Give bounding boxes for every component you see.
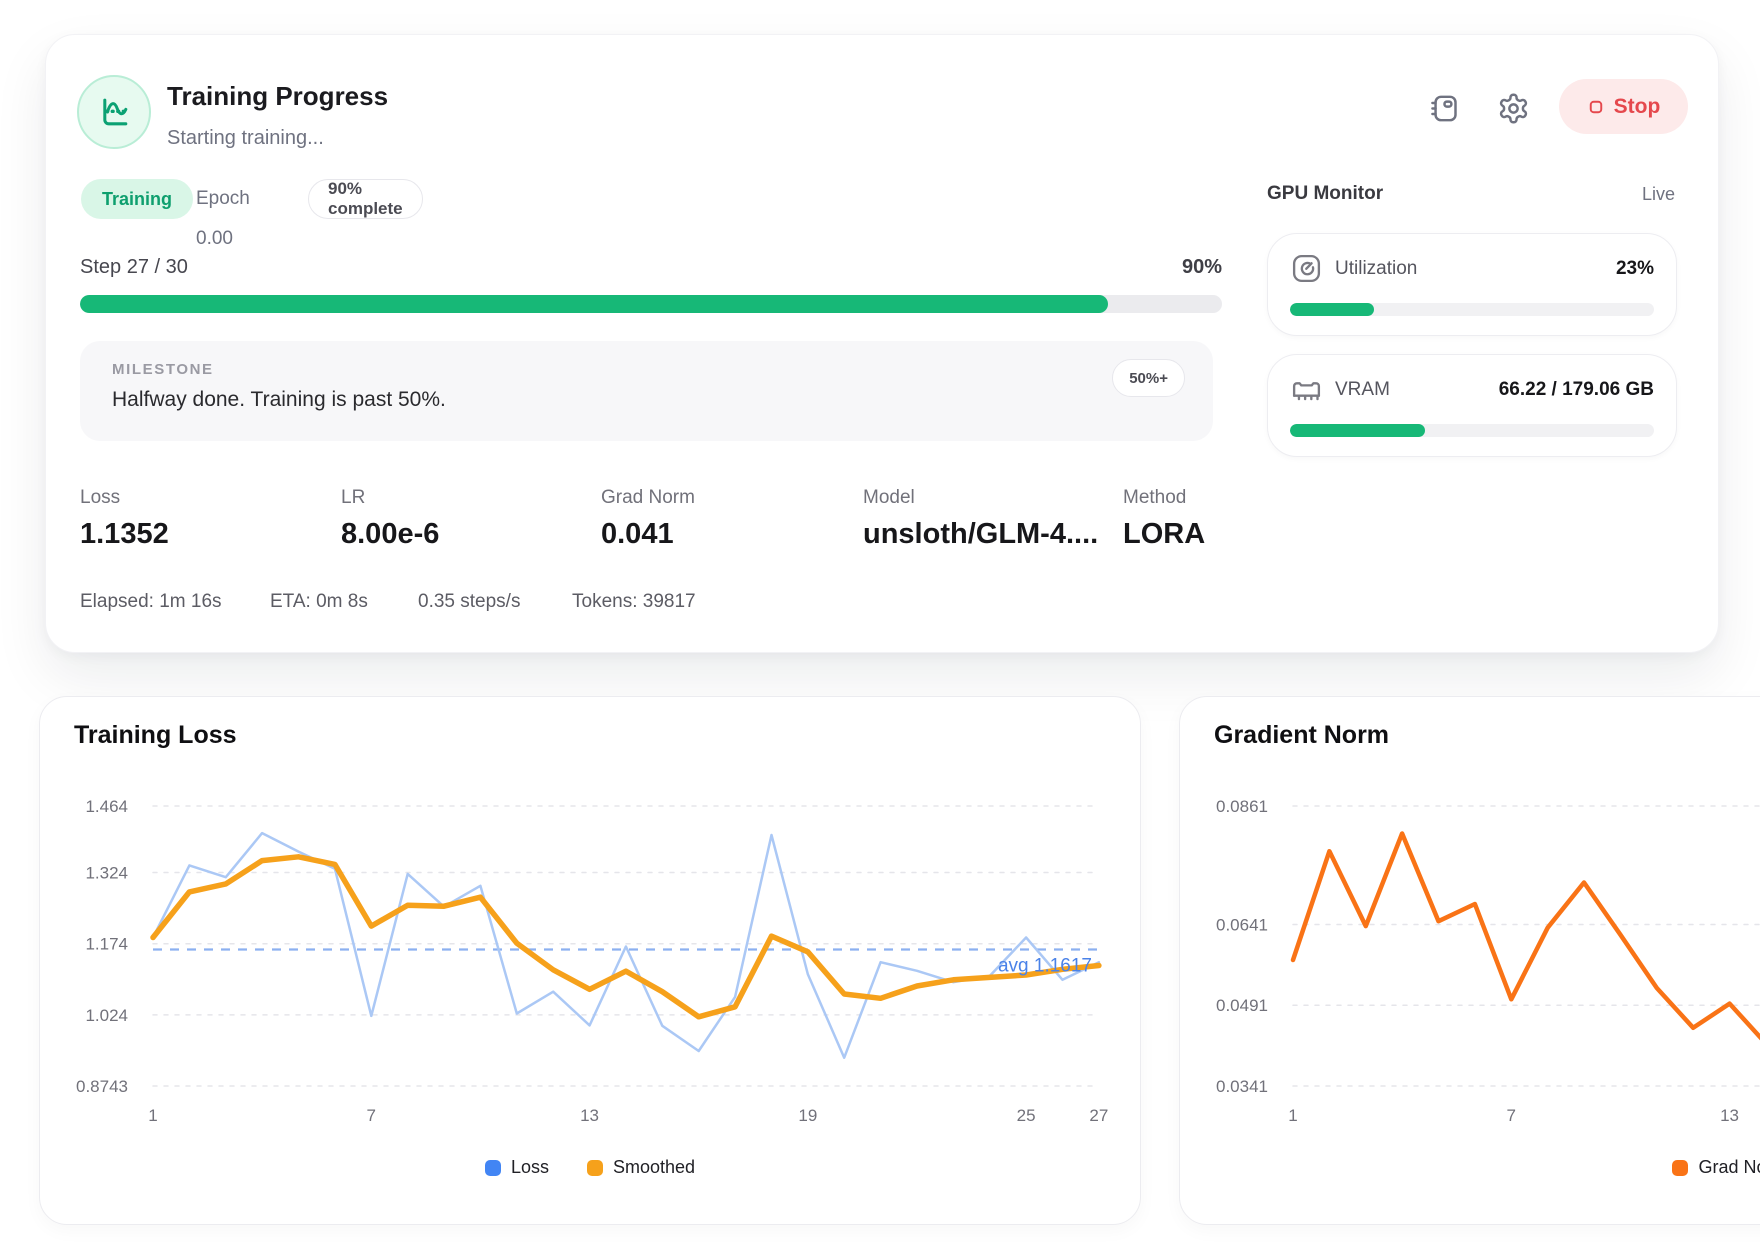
loss-curve-icon	[77, 75, 151, 149]
vram-label: VRAM	[1335, 379, 1390, 401]
stat-label: Grad Norm	[601, 487, 695, 509]
gradient-norm-card: 0.0861 0.0641 0.0491 0.0341 1 7 13 Gradient No…	[1179, 696, 1760, 1225]
training-dashboard: { "header": { "title": "Training Progres…	[0, 0, 1760, 1256]
stat-label: Model	[863, 487, 1098, 509]
y-tick-label: 0.8743	[76, 1077, 128, 1096]
status-subtitle: Starting training...	[167, 127, 324, 150]
stat-label: Loss	[80, 487, 169, 509]
grad-norm-line	[1293, 834, 1760, 1044]
legend-item-smoothed: Smoothed	[587, 1157, 695, 1178]
x-tick-label: 1	[1288, 1106, 1297, 1125]
milestone-text: Halfway done. Training is past 50%.	[112, 388, 446, 412]
training-loss-legend: Loss Smoothed	[40, 1157, 1140, 1178]
legend-swatch-icon	[485, 1160, 501, 1176]
stat-loss: Loss 1.1352	[80, 487, 169, 551]
training-loss-chart: 1.464 1.324 1.174 1.024 0.8743 1 7 13 19 25 27 avg …	[40, 697, 1140, 1224]
y-tick-label: 0.0341	[1216, 1077, 1268, 1096]
smoothed-line	[153, 857, 1099, 1017]
legend-label: Loss	[511, 1157, 549, 1178]
tokens-stat: Tokens: 39817	[572, 591, 696, 613]
training-loss-card: 1.464 1.324 1.174 1.024 0.8743 1 7 13 19 25 27 avg …	[39, 696, 1141, 1225]
steps-per-second-stat: 0.35 steps/s	[418, 591, 520, 613]
stat-model: Model unsloth/GLM-4....	[863, 487, 1098, 551]
elapsed-stat: Elapsed: 1m 16s	[80, 591, 222, 613]
x-tick-label: 19	[798, 1106, 817, 1125]
utilization-value: 23%	[1616, 258, 1654, 280]
milestone-badge: 50%+	[1112, 359, 1185, 397]
y-tick-label: 1.024	[85, 1006, 128, 1025]
stat-method: Method LORA	[1123, 487, 1205, 551]
stat-value: unsloth/GLM-4....	[863, 518, 1098, 551]
gauge-icon	[1290, 252, 1323, 285]
utilization-label: Utilization	[1335, 258, 1417, 280]
page-title: Training Progress	[167, 81, 388, 112]
stop-button[interactable]: Stop	[1559, 79, 1688, 134]
utilization-bar	[1290, 303, 1654, 316]
gpu-utilization-card: Utilization 23%	[1267, 233, 1677, 336]
gpu-vram-card: VRAM 66.22 / 179.06 GB	[1267, 354, 1677, 457]
epoch-label: Epoch 0.00	[196, 179, 250, 259]
gradient-norm-chart: 0.0861 0.0641 0.0491 0.0341 1 7 13	[1180, 697, 1760, 1224]
stat-grad-norm: Grad Norm 0.041	[601, 487, 695, 551]
x-tick-label: 1	[148, 1106, 157, 1125]
x-tick-label: 13	[580, 1106, 599, 1125]
gear-icon	[1497, 92, 1530, 125]
utilization-bar-fill	[1290, 303, 1374, 316]
stat-value: 1.1352	[80, 518, 169, 551]
chart-title: Gradient Norm	[1214, 721, 1389, 750]
y-tick-label: 0.0491	[1216, 996, 1268, 1015]
stat-value: LORA	[1123, 518, 1205, 551]
stat-label: LR	[341, 487, 439, 509]
percent-complete-badge: 90% complete	[308, 179, 423, 219]
gpu-monitor-title: GPU Monitor	[1267, 183, 1383, 205]
notebook-icon	[1428, 92, 1461, 125]
logs-notebook-button[interactable]	[1424, 88, 1464, 128]
memory-stick-icon	[1290, 373, 1323, 406]
milestone-banner: MILESTONE Halfway done. Training is past…	[80, 341, 1213, 441]
legend-swatch-icon	[1672, 1160, 1688, 1176]
live-indicator: Live	[1642, 184, 1675, 205]
training-progress-bar	[80, 295, 1222, 313]
training-status-badge: Training	[81, 179, 193, 219]
training-progress-card: Training Progress Starting training... S…	[45, 34, 1719, 653]
settings-button[interactable]	[1493, 88, 1533, 128]
x-tick-label: 7	[367, 1106, 376, 1125]
y-tick-label: 1.174	[85, 935, 128, 954]
x-tick-label: 7	[1507, 1106, 1516, 1125]
vram-bar	[1290, 424, 1654, 437]
legend-item-grad-norm: Grad Norm	[1672, 1157, 1760, 1178]
x-tick-label: 25	[1017, 1106, 1036, 1125]
vram-bar-fill	[1290, 424, 1425, 437]
x-tick-label: 13	[1720, 1106, 1739, 1125]
chart-title: Training Loss	[74, 721, 237, 750]
y-tick-label: 1.324	[85, 863, 128, 882]
x-tick-label: 27	[1089, 1106, 1108, 1125]
legend-item-loss: Loss	[485, 1157, 549, 1178]
stat-label: Method	[1123, 487, 1205, 509]
legend-swatch-icon	[587, 1160, 603, 1176]
loss-line	[153, 833, 1099, 1058]
eta-stat: ETA: 0m 8s	[270, 591, 368, 613]
stop-button-label: Stop	[1614, 95, 1661, 119]
stat-lr: LR 8.00e-6	[341, 487, 439, 551]
stat-value: 0.041	[601, 518, 695, 551]
legend-label: Grad Norm	[1698, 1157, 1760, 1178]
stat-value: 8.00e-6	[341, 518, 439, 551]
gpu-monitor-header: GPU Monitor Live	[1267, 183, 1675, 205]
legend-label: Smoothed	[613, 1157, 695, 1178]
milestone-label: MILESTONE	[112, 361, 214, 378]
stop-square-icon	[1587, 98, 1605, 116]
training-progress-fill	[80, 295, 1108, 313]
y-tick-label: 0.0641	[1216, 915, 1268, 934]
y-tick-label: 1.464	[85, 797, 128, 816]
progress-percent: 90%	[80, 256, 1222, 279]
average-line-label: avg 1.1617	[998, 956, 1092, 977]
vram-value: 66.22 / 179.06 GB	[1499, 379, 1654, 401]
stats-row: Loss 1.1352 LR 8.00e-6 Grad Norm 0.041 M…	[80, 487, 1222, 557]
y-tick-label: 0.0861	[1216, 797, 1268, 816]
gradient-norm-legend: Grad Norm	[1180, 1157, 1760, 1178]
